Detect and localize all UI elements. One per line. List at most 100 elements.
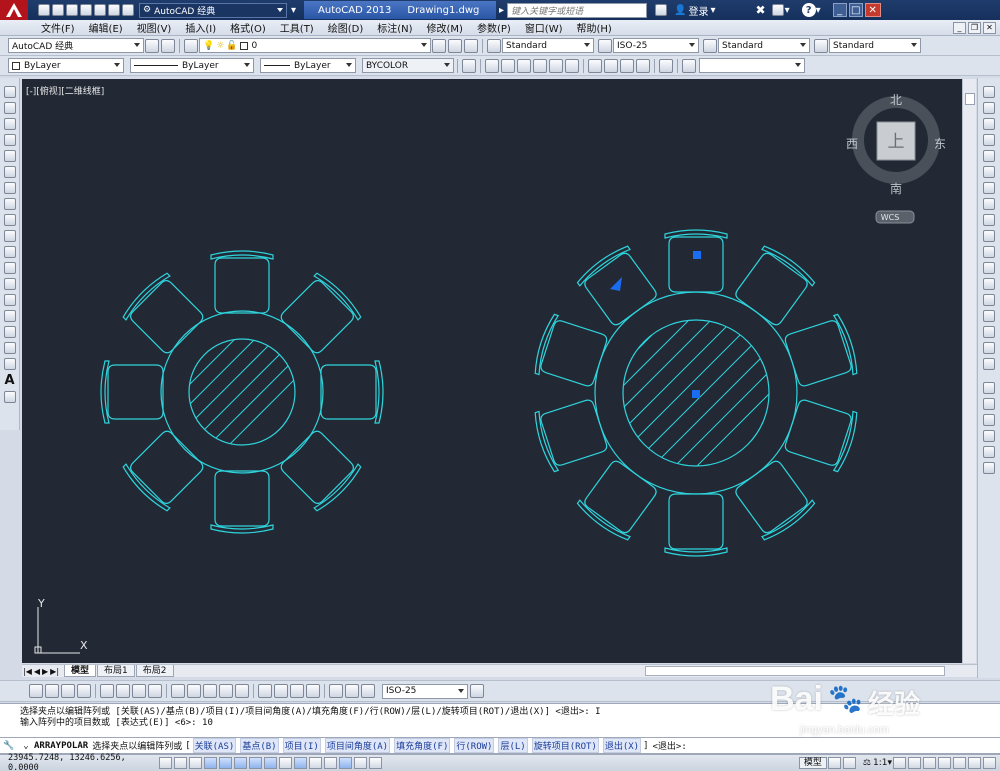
menu-parametric[interactable]: 参数(P) [470,20,518,35]
3d-object-snap-icon[interactable] [249,757,262,769]
named-views-icon[interactable] [462,58,476,73]
infer-constraints-icon[interactable] [159,757,172,769]
view-left-icon[interactable] [517,58,531,73]
gradient-icon[interactable] [3,326,16,338]
dim-break-icon[interactable] [235,684,249,698]
table-style-combo[interactable]: Standard [718,38,810,53]
viewcube-east[interactable]: 东 [934,137,946,151]
vertical-scrollbar[interactable] [962,79,976,663]
jogged-dim-icon[interactable] [116,684,130,698]
drawing-viewport[interactable]: [-][俯视][二维线框] Y X 上 北 南 西 东 WCS [22,79,962,663]
view-right-icon[interactable] [533,58,547,73]
round-table-10-chairs[interactable] [474,229,890,557]
arc-icon[interactable] [3,166,16,178]
radius-dim-icon[interactable] [100,684,114,698]
workspace-switching-icon[interactable] [923,757,936,769]
join-icon[interactable] [983,294,995,306]
menu-tools[interactable]: 工具(T) [273,20,321,35]
dim-style-icon[interactable] [598,38,612,53]
viewcube-west[interactable]: 西 [846,137,858,151]
spline-icon[interactable] [3,214,16,226]
view-back-icon[interactable] [565,58,579,73]
menu-edit[interactable]: 编辑(E) [82,20,130,35]
dim-style-combo[interactable]: ISO-25 [613,38,699,53]
open-icon[interactable] [52,4,64,16]
menu-file[interactable]: 文件(F) [34,20,82,35]
diameter-dim-icon[interactable] [132,684,146,698]
quick-dim-icon[interactable] [171,684,185,698]
recent-commands-icon[interactable]: ⌄ [18,741,34,751]
angular-dim-icon[interactable] [148,684,162,698]
grip-item[interactable] [693,251,701,259]
grid-display-icon[interactable] [189,757,202,769]
menu-draw[interactable]: 绘图(D) [321,20,371,35]
isolate-objects-icon[interactable] [953,757,966,769]
view-front-icon[interactable] [549,58,563,73]
plot-icon[interactable] [94,4,106,16]
object-snap-icon[interactable] [234,757,247,769]
add-selected-icon[interactable] [3,391,16,403]
copy-icon[interactable] [983,102,995,114]
text-style-icon[interactable] [487,38,501,53]
qat-dropdown-icon[interactable]: ▾ [291,5,296,16]
save-icon[interactable] [66,4,78,16]
revision-cloud-icon[interactable] [3,198,16,210]
insert-block-icon[interactable] [3,262,16,274]
mirror-icon[interactable] [983,118,995,130]
tab-layout2[interactable]: 布局2 [135,665,174,677]
tab-model[interactable]: 模型 [64,665,97,677]
hatch-icon[interactable] [3,310,16,322]
rectangle-icon[interactable] [3,150,16,162]
draworder-under-icon[interactable] [983,430,995,442]
view-combo[interactable] [699,58,805,73]
annotation-scale[interactable]: 1:1 [873,758,887,768]
view-ne-iso-icon[interactable] [620,58,634,73]
view-nw-iso-icon[interactable] [636,58,650,73]
menu-modify[interactable]: 修改(M) [420,20,470,35]
region-icon[interactable] [3,342,16,354]
menu-help[interactable]: 帮助(H) [570,20,619,35]
menu-window[interactable]: 窗口(W) [518,20,570,35]
annotation-visibility-icon[interactable] [893,757,906,769]
workspace-switcher[interactable]: ⚙ AutoCAD 经典 [139,2,287,18]
polar-tracking-icon[interactable] [219,757,232,769]
dims-front-icon[interactable] [983,462,995,474]
option-angle-between[interactable]: 项目间角度(A) [324,738,391,753]
search-box[interactable]: 键入关键字或短语 [507,2,648,18]
construction-line-icon[interactable] [3,102,16,114]
coordinates-readout[interactable]: 23945.7248, 13246.6256, 0.0000 [0,753,158,771]
tolerance-icon[interactable] [258,684,272,698]
help-button[interactable]: ? [801,3,816,17]
search-expand-icon[interactable]: ▸ [499,5,504,16]
annotation-scale-dropdown-icon[interactable]: ▾ [887,758,892,768]
binoculars-icon[interactable] [655,4,668,16]
offset-icon[interactable] [983,134,995,146]
view-sw-iso-icon[interactable] [588,58,602,73]
dim-space-icon[interactable] [219,684,233,698]
trim-icon[interactable] [983,230,995,242]
option-levels[interactable]: 层(L) [498,738,528,753]
stretch-icon[interactable] [983,214,995,226]
undo-icon[interactable] [108,4,120,16]
option-rows[interactable]: 行(ROW) [454,738,495,753]
linear-dim-icon[interactable] [29,684,43,698]
horizontal-scrollbar[interactable] [644,666,945,676]
extend-icon[interactable] [983,246,995,258]
baseline-dim-icon[interactable] [187,684,201,698]
lineweight-icon[interactable] [309,757,322,769]
saveas-icon[interactable] [80,4,92,16]
dim-text-edit-icon[interactable] [345,684,359,698]
model-space-button[interactable]: 模型 [798,757,827,769]
quick-properties-icon[interactable] [339,757,352,769]
workspace-save-icon[interactable] [161,38,175,53]
ortho-mode-icon[interactable] [204,757,217,769]
draworder-front-icon[interactable] [983,382,995,394]
a360-dropdown-icon[interactable]: ▾ [785,5,790,16]
multiline-text-icon[interactable]: A [4,373,14,388]
rotate-icon[interactable] [983,182,995,194]
quick-view-drawings-icon[interactable] [842,757,856,769]
array-icon[interactable] [983,150,995,162]
workspace-combo[interactable]: AutoCAD 经典 [8,38,144,53]
option-basepoint[interactable]: 基点(B) [240,738,279,753]
scroll-thumb[interactable] [965,93,975,105]
